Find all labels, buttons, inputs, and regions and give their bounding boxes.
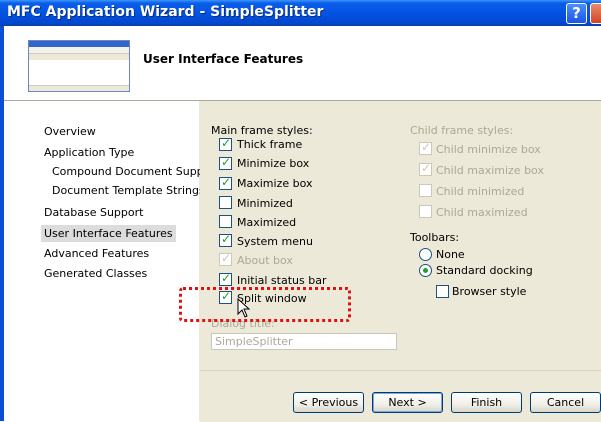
- maximize-box-label[interactable]: Maximize box: [237, 177, 313, 190]
- browser-style-label[interactable]: Browser style: [452, 285, 526, 298]
- toolbar-standard-docking-radio[interactable]: [419, 264, 432, 277]
- minimize-box-label[interactable]: Minimize box: [237, 157, 309, 170]
- child-maximize-box-label[interactable]: Child maximize box: [436, 164, 544, 177]
- nav-item-generated-classes[interactable]: Generated Classes: [44, 267, 147, 280]
- title-bar[interactable]: MFC Application Wizard - SimpleSplitter …: [0, 0, 601, 26]
- previous-button[interactable]: < Previous: [293, 392, 364, 413]
- window-title: MFC Application Wizard - SimpleSplitter: [7, 4, 324, 20]
- child-minimized-checkbox[interactable]: [419, 184, 432, 197]
- initial-status-bar-checkbox[interactable]: [219, 271, 232, 286]
- page-title: User Interface Features: [143, 52, 304, 66]
- about-box-label[interactable]: About box: [237, 254, 293, 267]
- help-button[interactable]: ?: [566, 3, 587, 24]
- nav-item-application-type[interactable]: Application Type: [44, 146, 134, 159]
- cancel-button[interactable]: Cancel: [530, 392, 601, 413]
- child-minimize-box-checkbox[interactable]: [419, 140, 432, 155]
- dialog-title-input[interactable]: SimpleSplitter: [211, 333, 397, 350]
- app-preview-image: [28, 40, 130, 92]
- thick-frame-checkbox[interactable]: [219, 136, 232, 151]
- toolbar-none-label[interactable]: None: [436, 248, 465, 261]
- initial-status-bar-label[interactable]: Initial status bar: [237, 274, 326, 287]
- toolbars-heading: Toolbars:: [410, 231, 460, 244]
- next-button[interactable]: Next >: [372, 392, 443, 413]
- maximized-checkbox[interactable]: [219, 215, 232, 228]
- nav-item-document-template-strings[interactable]: Document Template Strings: [52, 184, 205, 197]
- nav-item-database-support[interactable]: Database Support: [44, 206, 143, 219]
- maximize-box-checkbox[interactable]: [219, 175, 232, 190]
- maximized-label[interactable]: Maximized: [237, 216, 296, 229]
- minimized-checkbox[interactable]: [219, 196, 232, 209]
- system-menu-label[interactable]: System menu: [237, 235, 313, 248]
- nav-item-advanced-features[interactable]: Advanced Features: [44, 247, 149, 260]
- child-minimize-box-label[interactable]: Child minimize box: [436, 143, 541, 156]
- child-frame-styles-heading: Child frame styles:: [410, 124, 514, 137]
- mouse-cursor-icon: [237, 298, 251, 318]
- browser-style-checkbox[interactable]: [436, 285, 449, 298]
- toolbar-none-radio[interactable]: [419, 248, 432, 261]
- wizard-nav: Overview Application Type Compound Docum…: [4, 101, 219, 421]
- thick-frame-label[interactable]: Thick frame: [237, 138, 302, 151]
- about-box-checkbox[interactable]: [219, 251, 232, 266]
- highlight-annotation: [179, 287, 351, 322]
- finish-button[interactable]: Finish: [451, 392, 522, 413]
- system-menu-checkbox[interactable]: [219, 232, 232, 247]
- nav-item-user-interface-features[interactable]: User Interface Features: [41, 225, 176, 242]
- wizard-header: User Interface Features: [4, 26, 601, 101]
- minimized-label[interactable]: Minimized: [237, 197, 293, 210]
- nav-item-compound-document-support[interactable]: Compound Document Support: [52, 165, 219, 178]
- child-maximized-label[interactable]: Child maximized: [436, 206, 528, 219]
- child-minimized-label[interactable]: Child minimized: [436, 185, 524, 198]
- nav-item-overview[interactable]: Overview: [44, 125, 96, 138]
- child-maximize-box-checkbox[interactable]: [419, 161, 432, 176]
- close-button[interactable]: [590, 3, 601, 24]
- child-maximized-checkbox[interactable]: [419, 205, 432, 218]
- minimize-box-checkbox[interactable]: [219, 155, 232, 170]
- toolbar-standard-docking-label[interactable]: Standard docking: [436, 264, 533, 277]
